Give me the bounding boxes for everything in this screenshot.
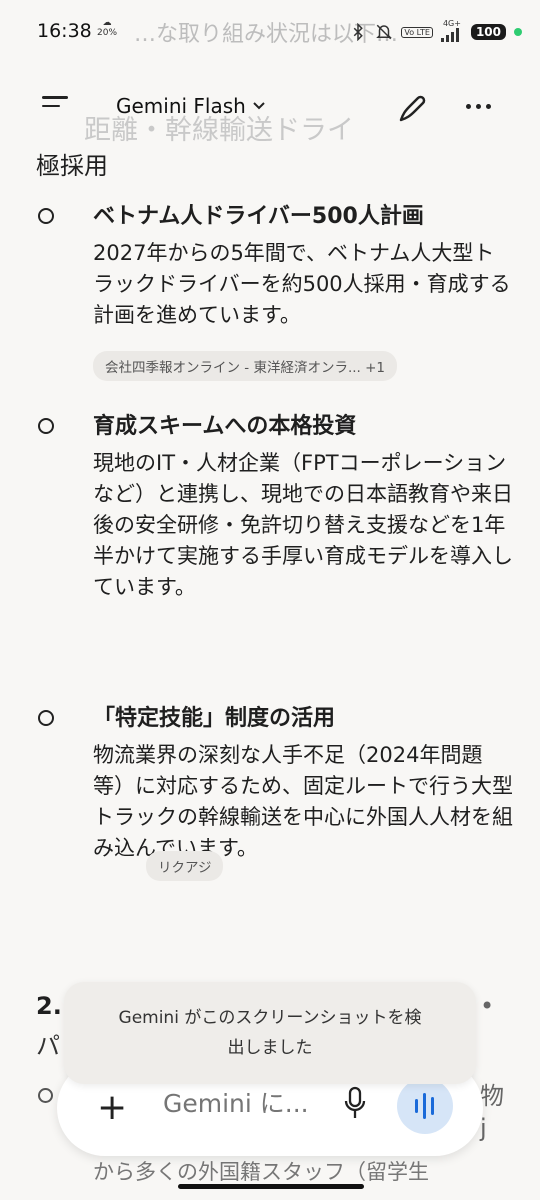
status-bar: …な取り組み状況は以下… 16:38 ☁ 20% Vo LTE 4G+ 100 (0, 0, 540, 64)
toast-message-line2: 出しました (227, 1038, 313, 1058)
more-icon-dot (486, 104, 491, 109)
section-heading-dot: • (480, 992, 495, 1020)
weather-indicator: ☁ 20% (97, 18, 117, 38)
menu-icon-bar (42, 104, 60, 107)
source-chip[interactable]: 会社四季報オンライン - 東洋経済オンラ... +1 (93, 351, 398, 381)
mute-icon (376, 24, 393, 40)
model-name: Gemini Flash (116, 94, 246, 118)
more-options-button[interactable] (466, 104, 491, 109)
microphone-icon[interactable] (343, 1086, 367, 1120)
section-heading-number: 2. (36, 992, 62, 1020)
item-title: 育成スキームへの本格投資 (93, 414, 357, 439)
item-body: 現地のIT・人材企業（FPTコーポレーションなど）と連携し、現地での日本語教育や… (93, 451, 513, 599)
network-indicator: 4G+ (440, 19, 463, 44)
source-chip[interactable]: リクアジ (146, 851, 224, 881)
status-icons: Vo LTE 4G+ 100 (349, 20, 522, 44)
waveform-bar (423, 1093, 426, 1119)
bullet-icon (38, 710, 54, 726)
section-heading-text: パ (36, 1032, 60, 1060)
menu-button[interactable] (42, 96, 68, 116)
volte-icon: Vo LTE (401, 26, 433, 38)
status-time: 16:38 (37, 20, 92, 42)
menu-icon (42, 96, 68, 99)
item-title: ベトナム人ドライバー500人計画 (93, 204, 424, 229)
item-body: 物流業界の深刻な人手不足（2024年問題等）に対応するため、固定ルートで行う大型… (93, 743, 513, 860)
add-attachment-button[interactable]: + (97, 1090, 127, 1126)
model-selector[interactable]: Gemini Flash (116, 94, 266, 118)
network-type: 4G+ (442, 19, 461, 28)
chevron-down-icon (253, 102, 265, 110)
waveform-icon (415, 1099, 418, 1113)
live-voice-button[interactable] (397, 1078, 453, 1134)
signal-icon (440, 28, 459, 42)
privacy-dot-icon (514, 28, 522, 36)
gesture-handle[interactable] (178, 1184, 364, 1189)
toast-message-line1: Gemini がこのスクリーンショットを検 (118, 1008, 422, 1028)
screenshot-detected-toast: Gemini がこのスクリーンショットを検 出しました (64, 982, 476, 1084)
cloud-icon: ☁ (102, 18, 112, 28)
app-bar: 距離・幹線輸送ドライ Gemini Flash (0, 74, 540, 146)
waveform-bar (431, 1097, 434, 1115)
item-title: 「特定技能」制度の活用 (93, 706, 336, 731)
weather-value: 20% (97, 28, 118, 38)
more-icon-dot (476, 104, 481, 109)
lead-text: 極採用 (36, 152, 108, 180)
bullet-icon (38, 418, 54, 434)
obscured-text: から多くの外国籍スタッフ（留学生 (93, 1160, 429, 1184)
item-body: 2027年からの5年間で、ベトナム人大型トラックドライバーを約500人採用・育成… (93, 241, 511, 327)
new-chat-icon[interactable] (395, 92, 429, 126)
bluetooth-icon (354, 23, 364, 41)
prompt-input[interactable] (161, 1088, 335, 1119)
bullet-icon (38, 208, 54, 224)
more-icon (466, 104, 471, 109)
bullet-icon (38, 1088, 53, 1103)
battery-indicator: 100 (470, 24, 506, 40)
obscured-text: 物 (480, 1082, 504, 1110)
